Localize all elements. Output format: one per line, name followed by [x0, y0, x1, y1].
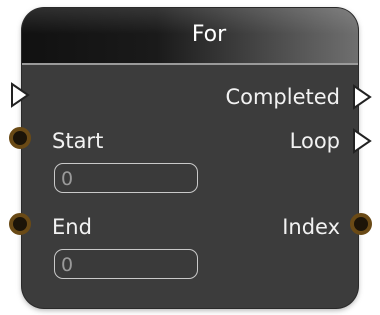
- start-input[interactable]: 0: [54, 163, 198, 193]
- index-pin-icon[interactable]: [350, 213, 372, 235]
- end-pin-icon[interactable]: [9, 213, 31, 235]
- node-title: For: [191, 22, 227, 47]
- exec-in-pin-icon[interactable]: [10, 82, 30, 108]
- end-input[interactable]: 0: [54, 249, 198, 279]
- exec-out-loop-pin-icon[interactable]: [352, 128, 372, 154]
- exec-out-completed-pin-icon[interactable]: [352, 84, 372, 110]
- index-label: Index: [282, 215, 340, 239]
- start-label: Start: [52, 129, 104, 153]
- start-pin-icon[interactable]: [9, 127, 31, 149]
- completed-label: Completed: [225, 85, 340, 109]
- end-label: End: [52, 215, 92, 239]
- loop-label: Loop: [289, 129, 340, 153]
- node-header[interactable]: For: [22, 8, 358, 65]
- for-node[interactable]: For Completed Loop Start 0 End 0 Index: [9, 8, 372, 308]
